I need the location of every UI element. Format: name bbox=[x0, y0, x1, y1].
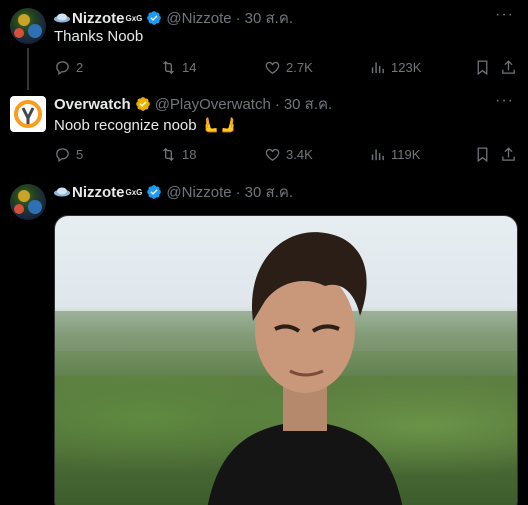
views-icon bbox=[371, 62, 384, 73]
reply-button[interactable]: 2 bbox=[54, 57, 83, 77]
separator-dot: · bbox=[235, 9, 241, 27]
views-button[interactable]: 119K bbox=[369, 144, 420, 164]
reply-icon bbox=[56, 147, 69, 162]
retweet-button[interactable]: 14 bbox=[160, 57, 196, 77]
timestamp[interactable]: 30 ส.ค. bbox=[245, 6, 293, 30]
views-count: 123K bbox=[391, 59, 422, 75]
tweet-header: Overwatch @PlayOverwatch · 30 ส.ค. bbox=[54, 94, 332, 114]
separator-dot: · bbox=[235, 183, 241, 201]
share-icon bbox=[502, 59, 515, 74]
avatar[interactable] bbox=[10, 96, 46, 132]
tweet-text: Thanks Noob bbox=[54, 28, 144, 45]
hat-icon bbox=[54, 13, 70, 23]
hat-icon bbox=[54, 187, 70, 197]
hands-emoji: 🫷🫸 bbox=[200, 117, 239, 134]
like-button[interactable]: 3.4K bbox=[264, 144, 313, 164]
retweet-count: 18 bbox=[182, 146, 197, 162]
name-suffix: GxG bbox=[125, 13, 143, 23]
name-suffix: GxG bbox=[125, 187, 143, 197]
media-person bbox=[207, 232, 403, 505]
retweet-icon bbox=[163, 60, 174, 74]
reply-count: 2 bbox=[76, 59, 84, 75]
share-button[interactable] bbox=[500, 57, 517, 77]
bookmark-button[interactable] bbox=[474, 144, 491, 164]
verified-badge-icon[interactable] bbox=[146, 10, 162, 26]
author-handle[interactable]: @Nizzote bbox=[166, 10, 231, 27]
bookmark-icon bbox=[477, 59, 488, 75]
views-count: 119K bbox=[391, 146, 421, 162]
verified-badge-icon[interactable] bbox=[135, 96, 151, 112]
tweet-header: Nizzote GxG @Nizzote · 30 ส.ค. bbox=[54, 8, 293, 28]
reply-icon bbox=[56, 60, 69, 75]
retweet-icon bbox=[163, 147, 174, 161]
like-button[interactable]: 2.7K bbox=[264, 57, 313, 77]
tweet-media[interactable] bbox=[54, 215, 518, 505]
avatar[interactable] bbox=[10, 8, 46, 44]
like-count: 3.4K bbox=[286, 146, 313, 162]
avatar[interactable] bbox=[10, 184, 46, 220]
more-icon[interactable]: ··· bbox=[495, 92, 514, 110]
tweet-header: Nizzote GxG @Nizzote · 30 ส.ค. bbox=[54, 182, 293, 202]
author-name[interactable]: Nizzote bbox=[72, 184, 125, 201]
thread-line bbox=[27, 48, 29, 90]
more-icon[interactable]: ··· bbox=[495, 6, 514, 24]
bookmark-icon bbox=[477, 146, 488, 162]
share-icon bbox=[502, 146, 515, 161]
like-icon bbox=[265, 148, 280, 161]
timestamp[interactable]: 30 ส.ค. bbox=[284, 92, 332, 116]
author-name[interactable]: Overwatch bbox=[54, 96, 131, 113]
bookmark-button[interactable] bbox=[474, 57, 491, 77]
retweet-button[interactable]: 18 bbox=[160, 144, 196, 164]
separator-dot: · bbox=[274, 95, 280, 113]
like-count: 2.7K bbox=[286, 59, 313, 75]
tweet-1[interactable]: Nizzote GxG @Nizzote · 30 ส.ค. ··· Thanks… bbox=[0, 0, 528, 90]
retweet-count: 14 bbox=[182, 59, 197, 75]
action-bar: 5 18 3.4K 119K bbox=[54, 144, 517, 164]
timestamp[interactable]: 30 ส.ค. bbox=[245, 180, 293, 204]
views-icon bbox=[371, 149, 384, 160]
reply-count: 5 bbox=[76, 146, 84, 162]
tweet-text-body: Noob recognize noob bbox=[54, 117, 197, 134]
author-handle[interactable]: @Nizzote bbox=[166, 184, 231, 201]
share-button[interactable] bbox=[500, 144, 517, 164]
tweet-text: Noob recognize noob 🫷🫸 bbox=[54, 116, 238, 134]
reply-button[interactable]: 5 bbox=[54, 144, 83, 164]
verified-badge-icon[interactable] bbox=[146, 184, 162, 200]
author-handle[interactable]: @PlayOverwatch bbox=[155, 96, 271, 113]
action-bar: 2 14 2.7K 123K bbox=[54, 57, 517, 77]
author-name[interactable]: Nizzote bbox=[72, 10, 125, 27]
overwatch-logo-icon bbox=[14, 100, 42, 128]
tweet-2[interactable]: Overwatch @PlayOverwatch · 30 ส.ค. ··· N… bbox=[0, 88, 528, 176]
like-icon bbox=[265, 61, 280, 74]
views-button[interactable]: 123K bbox=[369, 57, 421, 77]
